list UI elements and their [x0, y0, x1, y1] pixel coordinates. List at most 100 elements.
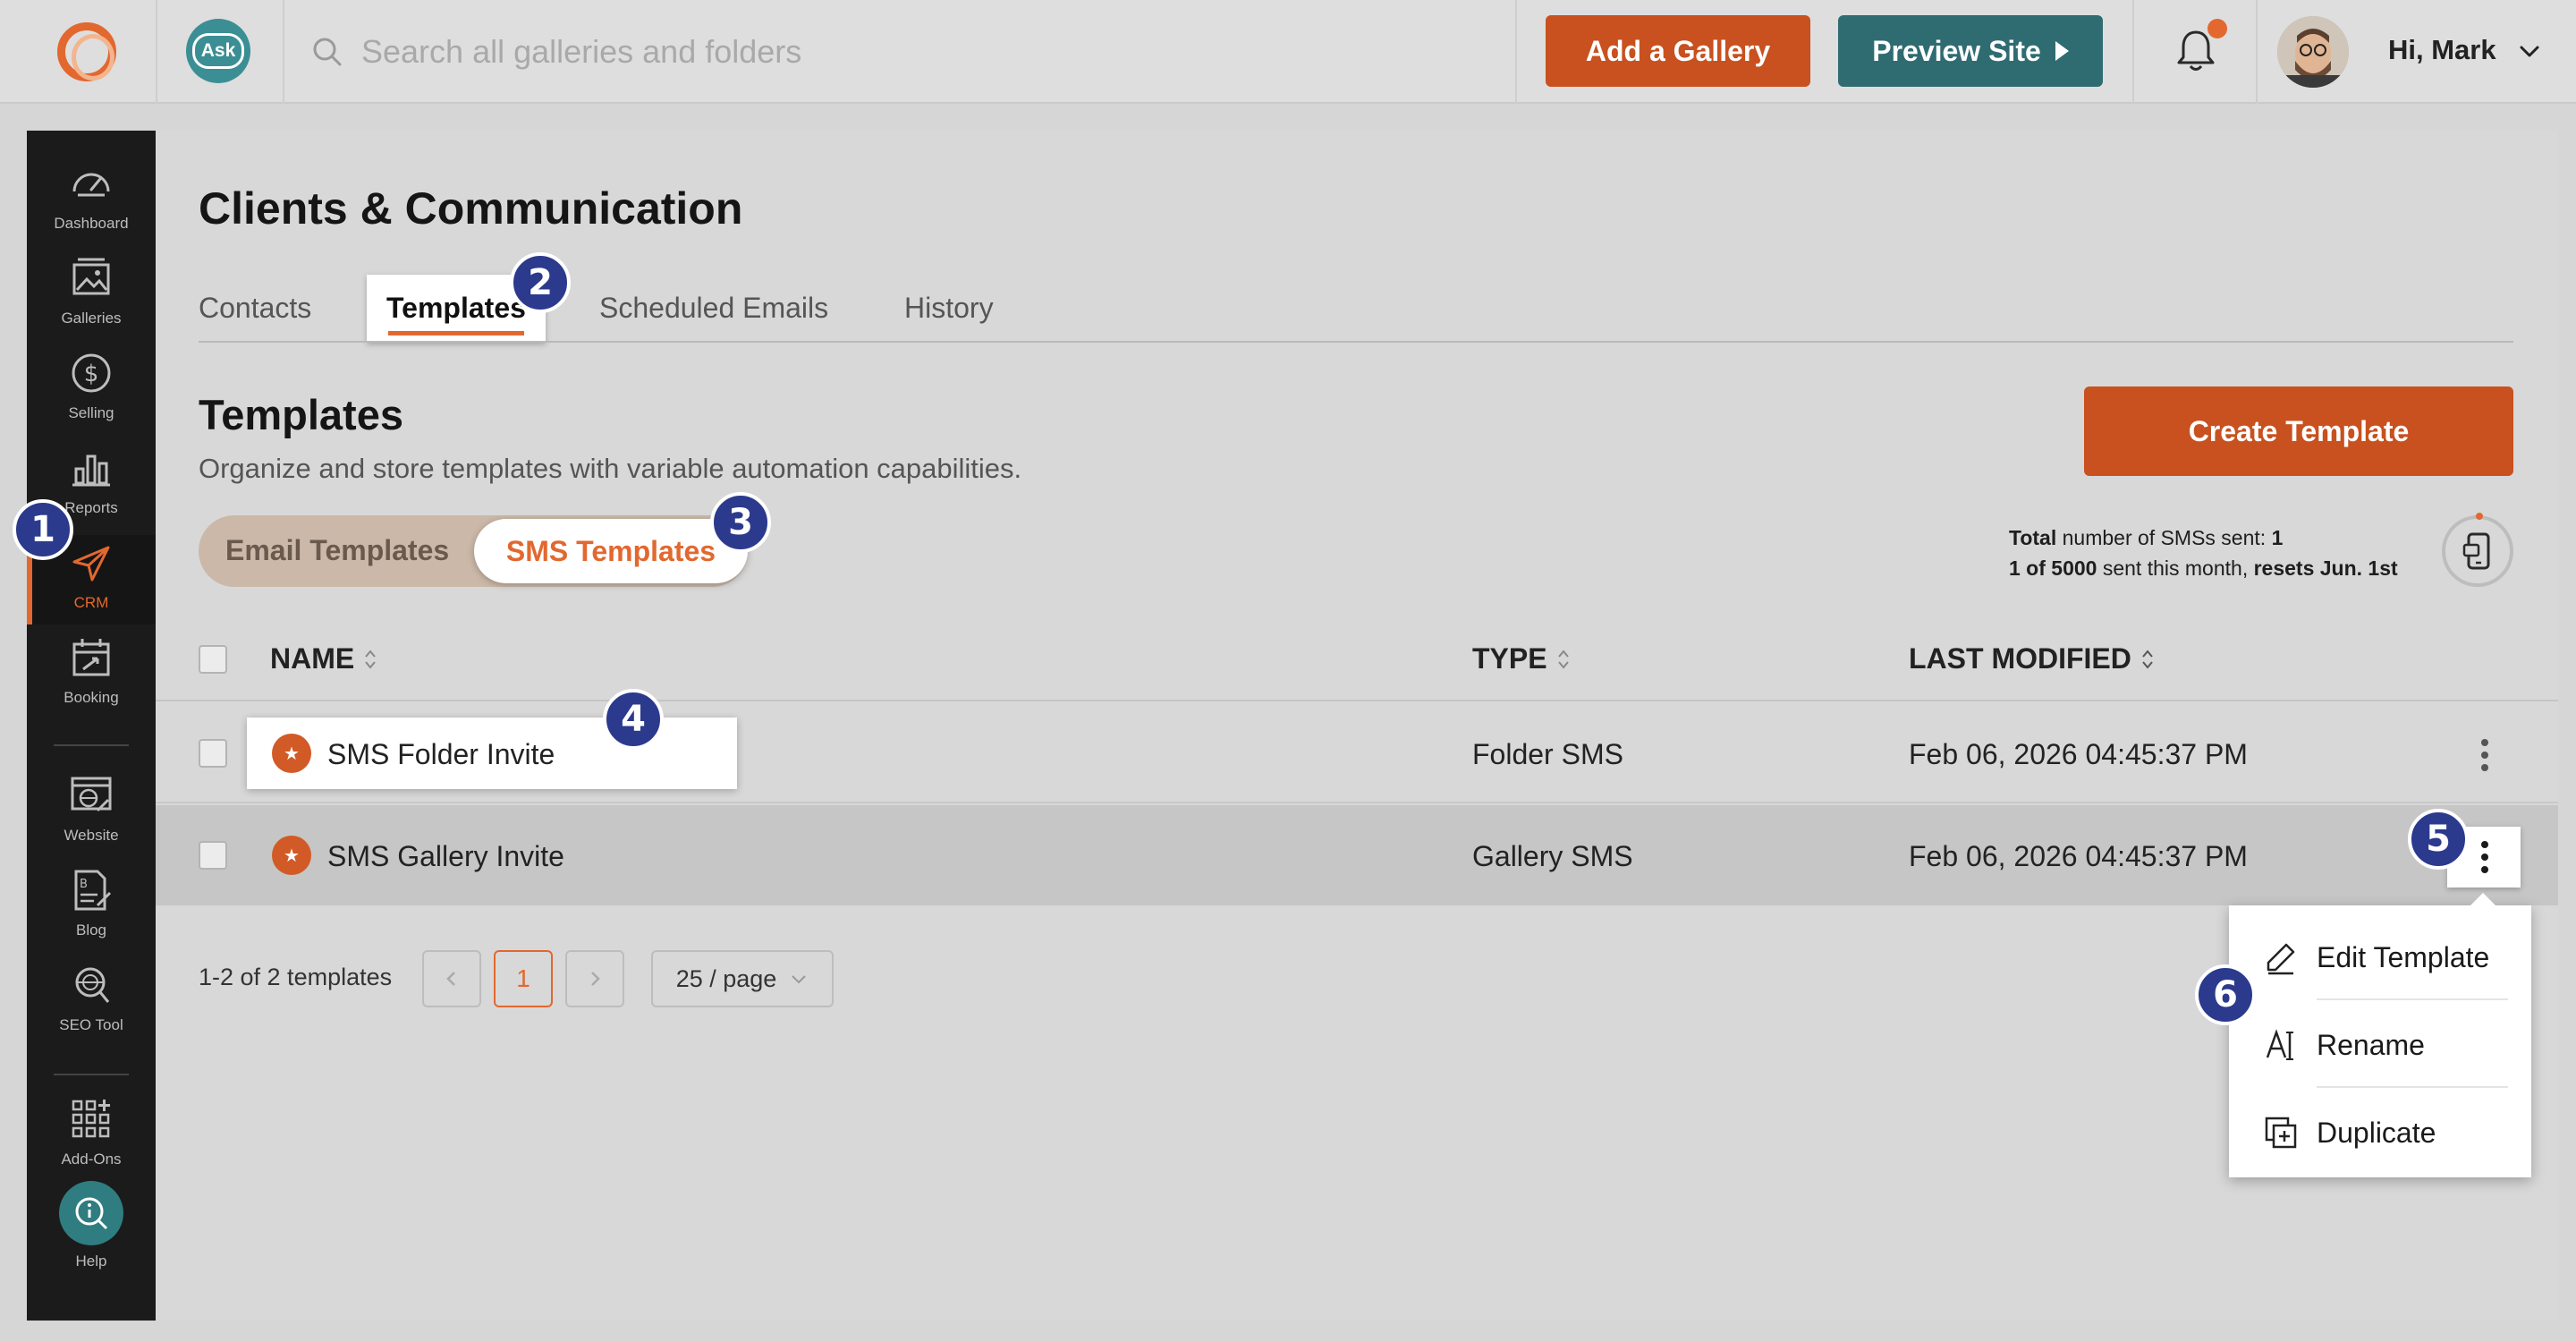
user-menu-greeting[interactable]: Hi, Mark [2388, 34, 2496, 66]
sidebar: Dashboard Galleries $ Selling Reports CR… [27, 131, 156, 1321]
help-search-icon [75, 1197, 108, 1230]
sidebar-label: Reports [64, 499, 118, 516]
step-badge-1: 1 [13, 499, 73, 560]
active-tab-underline [388, 331, 524, 336]
month-count: 1 of 5000 [2009, 556, 2097, 580]
row-checkbox[interactable] [199, 841, 227, 870]
sms-star-icon: ★ [272, 836, 311, 875]
avatar[interactable] [2277, 16, 2349, 88]
help-button[interactable] [59, 1181, 123, 1245]
search-icon [313, 38, 342, 66]
reset-text: resets Jun. 1st [2253, 556, 2398, 580]
row-name[interactable]: SMS Folder Invite [327, 738, 555, 771]
section-title: Templates [199, 391, 403, 438]
sms-templates-toggle[interactable]: SMS Templates [474, 519, 748, 583]
total-text: number of SMSs sent: [2062, 526, 2267, 549]
row-context-menu: Edit Template Rename Duplicate [2229, 893, 2531, 1177]
step-badge-2: 2 [510, 252, 571, 313]
step-badge-4: 4 [603, 689, 664, 750]
sidebar-item-selling[interactable]: $ Selling [27, 345, 156, 435]
column-header-name[interactable]: NAME [270, 642, 377, 675]
tab-history[interactable]: History [904, 292, 994, 325]
sidebar-item-dashboard[interactable]: Dashboard [27, 156, 156, 245]
divider [2256, 0, 2258, 104]
pagination-page-button[interactable]: 1 [494, 950, 553, 1007]
sidebar-divider [54, 1074, 129, 1075]
row-checkbox[interactable] [199, 739, 227, 768]
ask-assistant-button[interactable]: Ask [186, 19, 250, 83]
more-options-icon[interactable] [2467, 728, 2503, 782]
menu-item-rename[interactable]: Rename [2229, 1002, 2531, 1088]
column-header-last-modified[interactable]: LAST MODIFIED [1909, 642, 2155, 675]
chevron-left-icon [446, 972, 455, 986]
sms-star-icon: ★ [272, 734, 311, 773]
column-header-type[interactable]: TYPE [1472, 642, 1571, 675]
calendar-icon [72, 639, 110, 676]
select-all-checkbox[interactable] [199, 645, 227, 674]
section-subtitle: Organize and store templates with variab… [199, 453, 1022, 484]
menu-divider [2317, 998, 2508, 1000]
sidebar-item-galleries[interactable]: Galleries [27, 251, 156, 340]
sidebar-divider [54, 744, 129, 746]
tab-templates-label: Templates [386, 292, 526, 324]
sms-usage-ring [2442, 513, 2513, 587]
page-title: Clients & Communication [199, 183, 743, 234]
add-gallery-button[interactable]: Add a Gallery [1546, 15, 1810, 87]
sidebar-item-add-ons[interactable]: Add-Ons [27, 1091, 156, 1181]
page-size-value: 25 / page [675, 964, 777, 992]
pagination-summary: 1-2 of 2 templates [199, 964, 393, 990]
seo-globe-icon [75, 967, 110, 1003]
ask-label: Ask [191, 33, 245, 69]
sidebar-label: SEO Tool [59, 1016, 123, 1033]
sort-icon [365, 649, 376, 669]
chevron-right-icon [591, 972, 600, 986]
tab-contacts[interactable]: Contacts [199, 292, 311, 325]
rename-text-icon [2266, 1029, 2293, 1060]
speedometer-icon [72, 173, 110, 197]
column-type-label: TYPE [1472, 642, 1547, 675]
sidebar-item-website[interactable]: Website [27, 768, 156, 857]
sidebar-label: Galleries [61, 310, 122, 327]
email-templates-toggle[interactable]: Email Templates [225, 534, 449, 567]
preview-site-label: Preview Site [1872, 34, 2041, 67]
sidebar-label: CRM [73, 594, 109, 611]
page-size-select[interactable]: 25 / page [651, 950, 834, 1007]
sidebar-label: Selling [68, 404, 114, 421]
divider [283, 0, 284, 104]
chevron-down-icon [792, 975, 807, 984]
avatar-face-icon [2277, 16, 2349, 88]
row-modified: Feb 06, 2026 04:45:37 PM [1909, 840, 2248, 872]
menu-item-duplicate[interactable]: Duplicate [2229, 1090, 2531, 1176]
pagination-next-button[interactable] [565, 950, 624, 1007]
chevron-down-icon[interactable] [2517, 39, 2542, 64]
play-icon [2055, 41, 2069, 61]
notification-dot [2207, 19, 2227, 38]
month-text: sent this month, [2102, 556, 2249, 580]
image-stack-icon [72, 258, 110, 295]
tab-scheduled-emails[interactable]: Scheduled Emails [599, 292, 828, 325]
sidebar-item-booking[interactable]: Booking [27, 630, 156, 719]
sort-icon [1557, 649, 1569, 669]
menu-divider [2317, 1086, 2508, 1088]
sidebar-item-blog[interactable]: B Blog [27, 862, 156, 952]
blog-document-icon: B [74, 870, 112, 911]
sidebar-item-help[interactable]: Help [27, 1181, 156, 1288]
top-bar: Ask Add a Gallery Preview Site Hi, Mark [0, 0, 2576, 104]
more-options-icon[interactable] [2467, 830, 2503, 884]
preview-site-button[interactable]: Preview Site [1838, 15, 2103, 87]
tabs-divider [199, 341, 2513, 343]
sidebar-label: Blog [75, 922, 107, 939]
total-value: 1 [2271, 526, 2284, 549]
pagination-prev-button[interactable] [422, 950, 481, 1007]
create-template-button[interactable]: Create Template [2084, 386, 2513, 476]
sidebar-item-seo-tool[interactable]: SEO Tool [27, 957, 156, 1047]
divider [2132, 0, 2134, 104]
app-logo[interactable] [57, 22, 116, 81]
table-header-divider [156, 700, 2558, 701]
step-badge-3: 3 [710, 492, 771, 553]
row-name[interactable]: SMS Gallery Invite [327, 840, 564, 873]
pencil-icon [2267, 943, 2295, 975]
sms-total-line: Total number of SMSs sent: 1 [2009, 522, 2398, 553]
search-input[interactable] [361, 23, 1479, 81]
menu-item-edit-template[interactable]: Edit Template [2229, 914, 2531, 1000]
